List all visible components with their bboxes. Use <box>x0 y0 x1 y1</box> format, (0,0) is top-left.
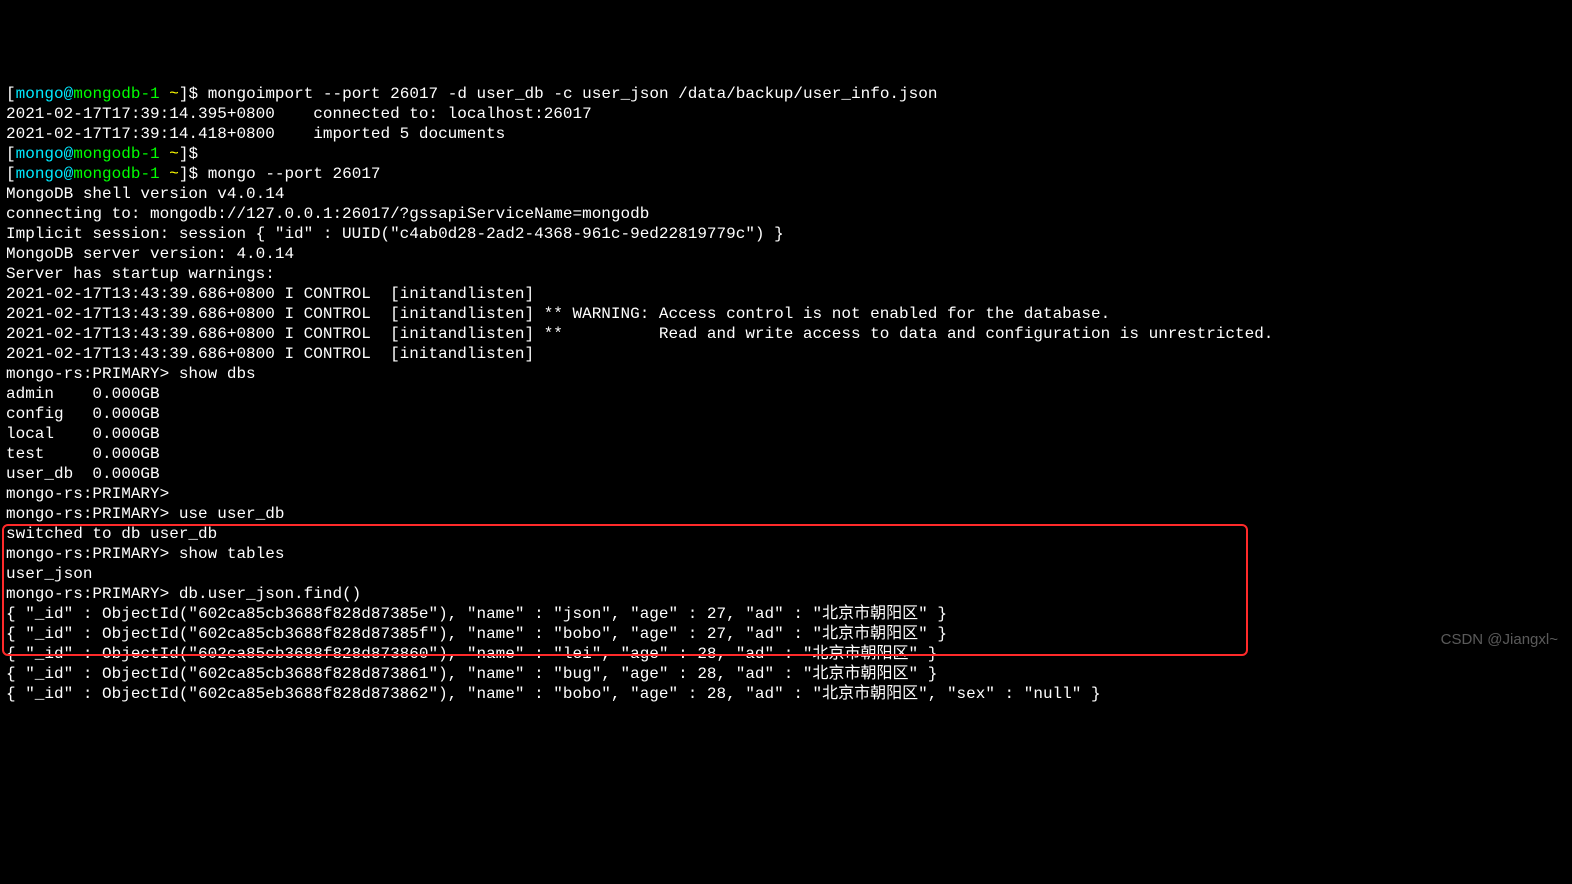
output-line: config 0.000GB <box>6 405 160 423</box>
output-line: { "_id" : ObjectId("602ca85cb3688f828d87… <box>6 645 937 663</box>
output-line: switched to db user_db <box>6 525 217 543</box>
output-line: MongoDB server version: 4.0.14 <box>6 245 294 263</box>
output-line: { "_id" : ObjectId("602ca85cb3688f828d87… <box>6 625 947 643</box>
mongo-prompt: mongo-rs:PRIMARY> <box>6 585 179 603</box>
output-line: admin 0.000GB <box>6 385 160 403</box>
prompt-path: ~ <box>169 165 179 183</box>
output-line: user_db 0.000GB <box>6 465 160 483</box>
output-line: local 0.000GB <box>6 425 160 443</box>
mongo-prompt: mongo-rs:PRIMARY> <box>6 485 179 503</box>
output-line: 2021-02-17T13:43:39.686+0800 I CONTROL [… <box>6 345 544 363</box>
output-line: { "_id" : ObjectId("602ca85cb3688f828d87… <box>6 665 937 683</box>
output-line: test 0.000GB <box>6 445 160 463</box>
prompt-host: mongodb-1 <box>73 145 159 163</box>
bracket: [ <box>6 145 16 163</box>
prompt-symbol: $ <box>188 165 198 183</box>
command-text: use user_db <box>179 505 285 523</box>
output-line: Implicit session: session { "id" : UUID(… <box>6 225 784 243</box>
watermark-text: CSDN @Jiangxl~ <box>1441 631 1558 650</box>
mongo-prompt: mongo-rs:PRIMARY> <box>6 545 179 563</box>
at: @ <box>64 145 74 163</box>
prompt-host: mongodb-1 <box>73 85 159 103</box>
prompt-path: ~ <box>169 145 179 163</box>
output-line: 2021-02-17T13:43:39.686+0800 I CONTROL [… <box>6 325 1273 343</box>
output-line: user_json <box>6 565 92 583</box>
command-text: show tables <box>179 545 285 563</box>
output-line: { "_id" : ObjectId("602ca85cb3688f828d87… <box>6 605 947 623</box>
output-line: 2021-02-17T17:39:14.418+0800 imported 5 … <box>6 125 505 143</box>
prompt-user: mongo <box>16 85 64 103</box>
output-line: 2021-02-17T13:43:39.686+0800 I CONTROL [… <box>6 285 544 303</box>
terminal-output[interactable]: [mongo@mongodb-1 ~]$ mongoimport --port … <box>6 84 1566 704</box>
mongo-prompt: mongo-rs:PRIMARY> <box>6 505 179 523</box>
output-line: { "_id" : ObjectId("602ca85eb3688f828d87… <box>6 685 1101 703</box>
bracket: [ <box>6 165 16 183</box>
prompt-user: mongo <box>16 145 64 163</box>
command-text: mongoimport --port 26017 -d user_db -c u… <box>208 85 938 103</box>
prompt-user: mongo <box>16 165 64 183</box>
command-text: mongo --port 26017 <box>208 165 381 183</box>
mongo-prompt: mongo-rs:PRIMARY> <box>6 365 179 383</box>
output-line: 2021-02-17T17:39:14.395+0800 connected t… <box>6 105 592 123</box>
at: @ <box>64 85 74 103</box>
output-line: MongoDB shell version v4.0.14 <box>6 185 284 203</box>
prompt-host: mongodb-1 <box>73 165 159 183</box>
command-text: db.user_json.find() <box>179 585 361 603</box>
prompt-path: ~ <box>169 85 179 103</box>
command-text: show dbs <box>179 365 256 383</box>
at: @ <box>64 165 74 183</box>
prompt-symbol: $ <box>188 85 198 103</box>
output-line: Server has startup warnings: <box>6 265 284 283</box>
output-line: 2021-02-17T13:43:39.686+0800 I CONTROL [… <box>6 305 1110 323</box>
output-line: connecting to: mongodb://127.0.0.1:26017… <box>6 205 649 223</box>
prompt-symbol: $ <box>188 145 198 163</box>
bracket: [ <box>6 85 16 103</box>
